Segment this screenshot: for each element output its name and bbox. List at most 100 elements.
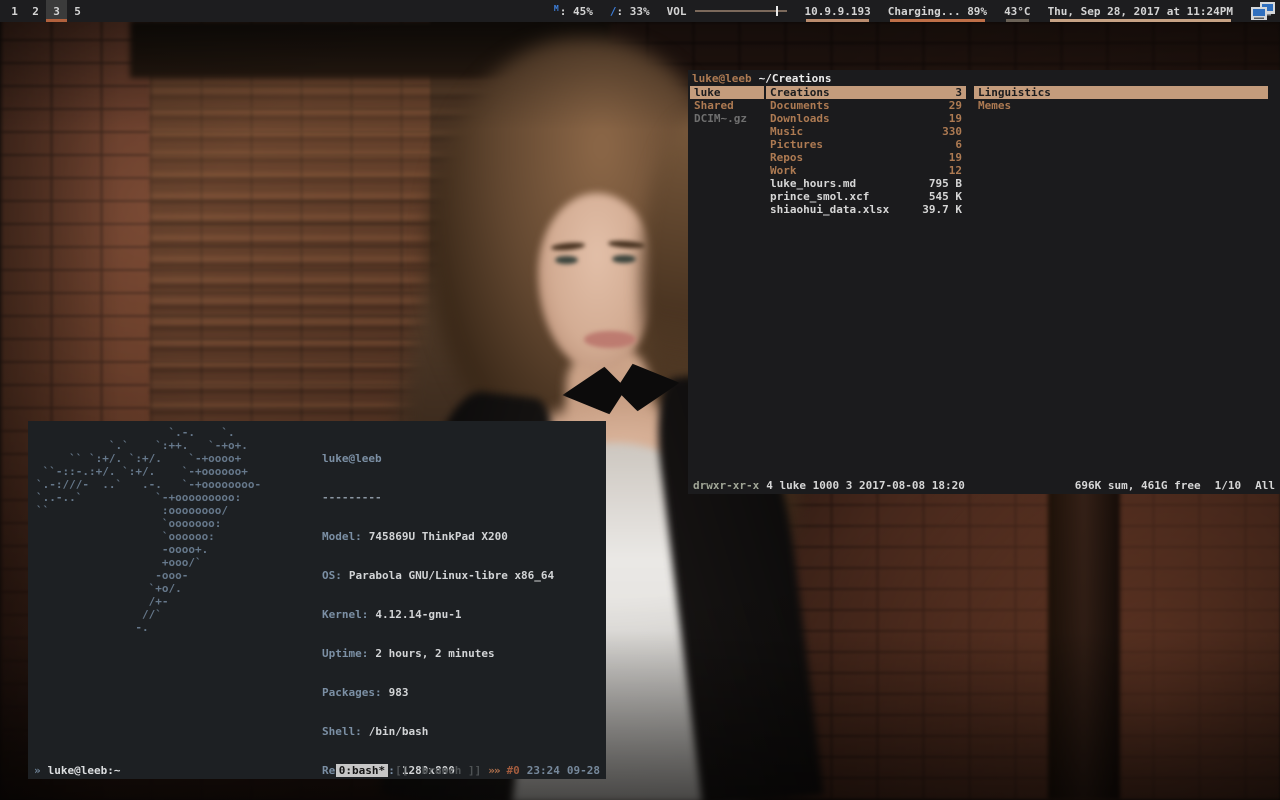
neofetch-host: luke@leeb bbox=[322, 452, 567, 465]
ranger-status-right: 696K sum, 461G free1/10All bbox=[1061, 479, 1275, 493]
file-row[interactable]: luke_hours.md 795 B bbox=[766, 177, 966, 190]
info-label: Packages: bbox=[322, 686, 382, 699]
neofetch-output: `.-. `. `.` `:++. `-+o+. `` `:+/. `:+/. … bbox=[28, 421, 606, 800]
dir-name: luke bbox=[694, 86, 721, 99]
clock: Thu, Sep 28, 2017 at 11:24PM bbox=[1048, 0, 1233, 22]
parent-dir-row[interactable]: Shared bbox=[690, 99, 764, 112]
battery-status: Charging... 89% bbox=[888, 0, 987, 22]
dir-name: Work bbox=[770, 164, 797, 177]
dir-name: Memes bbox=[978, 99, 1011, 112]
dir-name: Downloads bbox=[770, 112, 830, 125]
ranger-current-path: ~/Creations bbox=[759, 72, 832, 85]
memory-usage-value: : 45% bbox=[560, 5, 593, 18]
ranger-preview-column: Linguistics Memes bbox=[974, 86, 1268, 216]
network-computers-icon[interactable] bbox=[1250, 2, 1276, 21]
item-count: 19 bbox=[949, 112, 962, 125]
status-bar: 1 2 3 5 M: 45% /: 33% VOL 10.9.9.193 Cha… bbox=[0, 0, 1280, 22]
preview-dir-row[interactable]: Memes bbox=[974, 99, 1268, 112]
dir-name: Music bbox=[770, 125, 803, 138]
file-size: 545 K bbox=[929, 190, 962, 203]
file-name: luke_hours.md bbox=[770, 177, 856, 190]
tmux-date: 09-28 bbox=[567, 764, 600, 777]
parent-file-row[interactable]: DCIM~.gz bbox=[690, 112, 764, 125]
dir-name: Pictures bbox=[770, 138, 823, 151]
info-value: Parabola GNU/Linux-libre x86_64 bbox=[349, 569, 554, 582]
ranger-status-left: drwxr-xr-x 4 luke 1000 3 2017-08-08 18:20 bbox=[693, 479, 965, 493]
ranger-columns: luke Shared DCIM~.gz Creations3 Document… bbox=[688, 86, 1280, 216]
info-value: /bin/bash bbox=[369, 725, 429, 738]
parent-dir-row[interactable]: luke bbox=[690, 86, 764, 99]
file-row[interactable]: Creations3 bbox=[766, 86, 966, 99]
workspace-tag-5[interactable]: 5 bbox=[67, 0, 88, 22]
desktop: 1 2 3 5 M: 45% /: 33% VOL 10.9.9.193 Cha… bbox=[0, 0, 1280, 800]
volume-slider-knob[interactable] bbox=[776, 6, 778, 16]
git-branch-segment: [[ branch ]] bbox=[395, 764, 481, 777]
tmux-left: »luke@leeb:~ bbox=[34, 764, 120, 777]
info-label: OS: bbox=[322, 569, 342, 582]
ranger-status-bar: drwxr-xr-x 4 luke 1000 3 2017-08-08 18:20… bbox=[688, 479, 1280, 493]
tmux-right: 0:bash* [[ branch ]] »» #0 23:24 09-28 bbox=[336, 764, 600, 777]
neofetch-separator: --------- bbox=[322, 491, 567, 504]
ranger-file-manager-window[interactable]: luke@leeb~/Creations luke Shared DCIM~.g… bbox=[688, 70, 1280, 494]
double-chevron-icon: »» bbox=[488, 764, 499, 777]
info-label: Kernel: bbox=[322, 608, 368, 621]
tmux-host-path: luke@leeb:~ bbox=[48, 764, 121, 777]
workspace-tag-2[interactable]: 2 bbox=[25, 0, 46, 22]
info-row: Packages: 983 bbox=[322, 686, 567, 699]
file-size: 795 B bbox=[929, 177, 962, 190]
clock-value: Thu, Sep 28, 2017 at 11:24PM bbox=[1048, 5, 1233, 18]
volume-slider[interactable] bbox=[695, 10, 787, 12]
disk-icon: / bbox=[610, 5, 617, 18]
file-size: 39.7 K bbox=[922, 203, 962, 216]
dir-name: Repos bbox=[770, 151, 803, 164]
file-row[interactable]: shiaohui_data.xlsx 39.7 K bbox=[766, 203, 966, 216]
info-value: 745869U ThinkPad X200 bbox=[369, 530, 508, 543]
file-row[interactable]: Documents 29 bbox=[766, 99, 966, 112]
disk-summary: 696K sum, 461G free bbox=[1075, 479, 1201, 492]
dir-name: Shared bbox=[694, 99, 734, 112]
info-row: OS: Parabola GNU/Linux-libre x86_64 bbox=[322, 569, 567, 582]
workspace-tag-3[interactable]: 3 bbox=[46, 0, 67, 22]
item-count: 29 bbox=[949, 99, 962, 112]
file-row[interactable]: Pictures 6 bbox=[766, 138, 966, 151]
file-row[interactable]: Music330 bbox=[766, 125, 966, 138]
memory-usage-module: M: 45% bbox=[554, 0, 593, 22]
item-count: 6 bbox=[955, 138, 962, 151]
file-name: shiaohui_data.xlsx bbox=[770, 203, 889, 216]
info-value: 4.12.14-gnu-1 bbox=[375, 608, 461, 621]
workspace-tags: 1 2 3 5 bbox=[4, 0, 88, 22]
tmux-window-tab[interactable]: 0:bash* bbox=[336, 764, 388, 777]
info-value: 983 bbox=[389, 686, 409, 699]
file-row[interactable]: Repos 19 bbox=[766, 151, 966, 164]
tmux-time: 23:24 bbox=[527, 764, 560, 777]
info-label: Uptime: bbox=[322, 647, 368, 660]
file-row[interactable]: Work 12 bbox=[766, 164, 966, 177]
file-row[interactable]: prince_smol.xcf 545 K bbox=[766, 190, 966, 203]
file-permissions: drwxr-xr-x bbox=[693, 479, 759, 492]
volume-label: VOL bbox=[667, 5, 687, 18]
disk-usage-module: /: 33% bbox=[610, 0, 650, 22]
memory-icon: M bbox=[554, 4, 559, 13]
system-info: luke@leeb --------- Model: 745869U ThinkP… bbox=[322, 426, 567, 800]
file-row[interactable]: Downloads 19 bbox=[766, 112, 966, 125]
dir-name: Documents bbox=[770, 99, 830, 112]
terminal-window[interactable]: `.-. `. `.` `:++. `-+o+. `` `:+/. `:+/. … bbox=[28, 421, 606, 779]
info-row: Model: 745869U ThinkPad X200 bbox=[322, 530, 567, 543]
item-count: 12 bbox=[949, 164, 962, 177]
item-count: 19 bbox=[949, 151, 962, 164]
item-count: 3 bbox=[955, 86, 962, 99]
preview-dir-row[interactable]: Linguistics bbox=[974, 86, 1268, 99]
temperature: 43°C bbox=[1004, 0, 1031, 22]
file-name: DCIM~.gz bbox=[694, 112, 747, 125]
ip-address: 10.9.9.193 bbox=[804, 0, 870, 22]
file-name: prince_smol.xcf bbox=[770, 190, 869, 203]
filter-indicator: All bbox=[1255, 479, 1275, 492]
parabola-ascii-logo: `.-. `. `.` `:++. `-+o+. `` `:+/. `:+/. … bbox=[36, 426, 308, 800]
system-tray bbox=[1250, 0, 1276, 22]
tmux-pane-index: #0 bbox=[507, 764, 520, 777]
info-label: Model: bbox=[322, 530, 362, 543]
info-row: Kernel: 4.12.14-gnu-1 bbox=[322, 608, 567, 621]
workspace-tag-1[interactable]: 1 bbox=[4, 0, 25, 22]
tmux-status-bar: »luke@leeb:~ 0:bash* [[ branch ]] »» #0 23:2… bbox=[28, 762, 606, 779]
file-details: 4 luke 1000 3 2017-08-08 18:20 bbox=[766, 479, 965, 492]
